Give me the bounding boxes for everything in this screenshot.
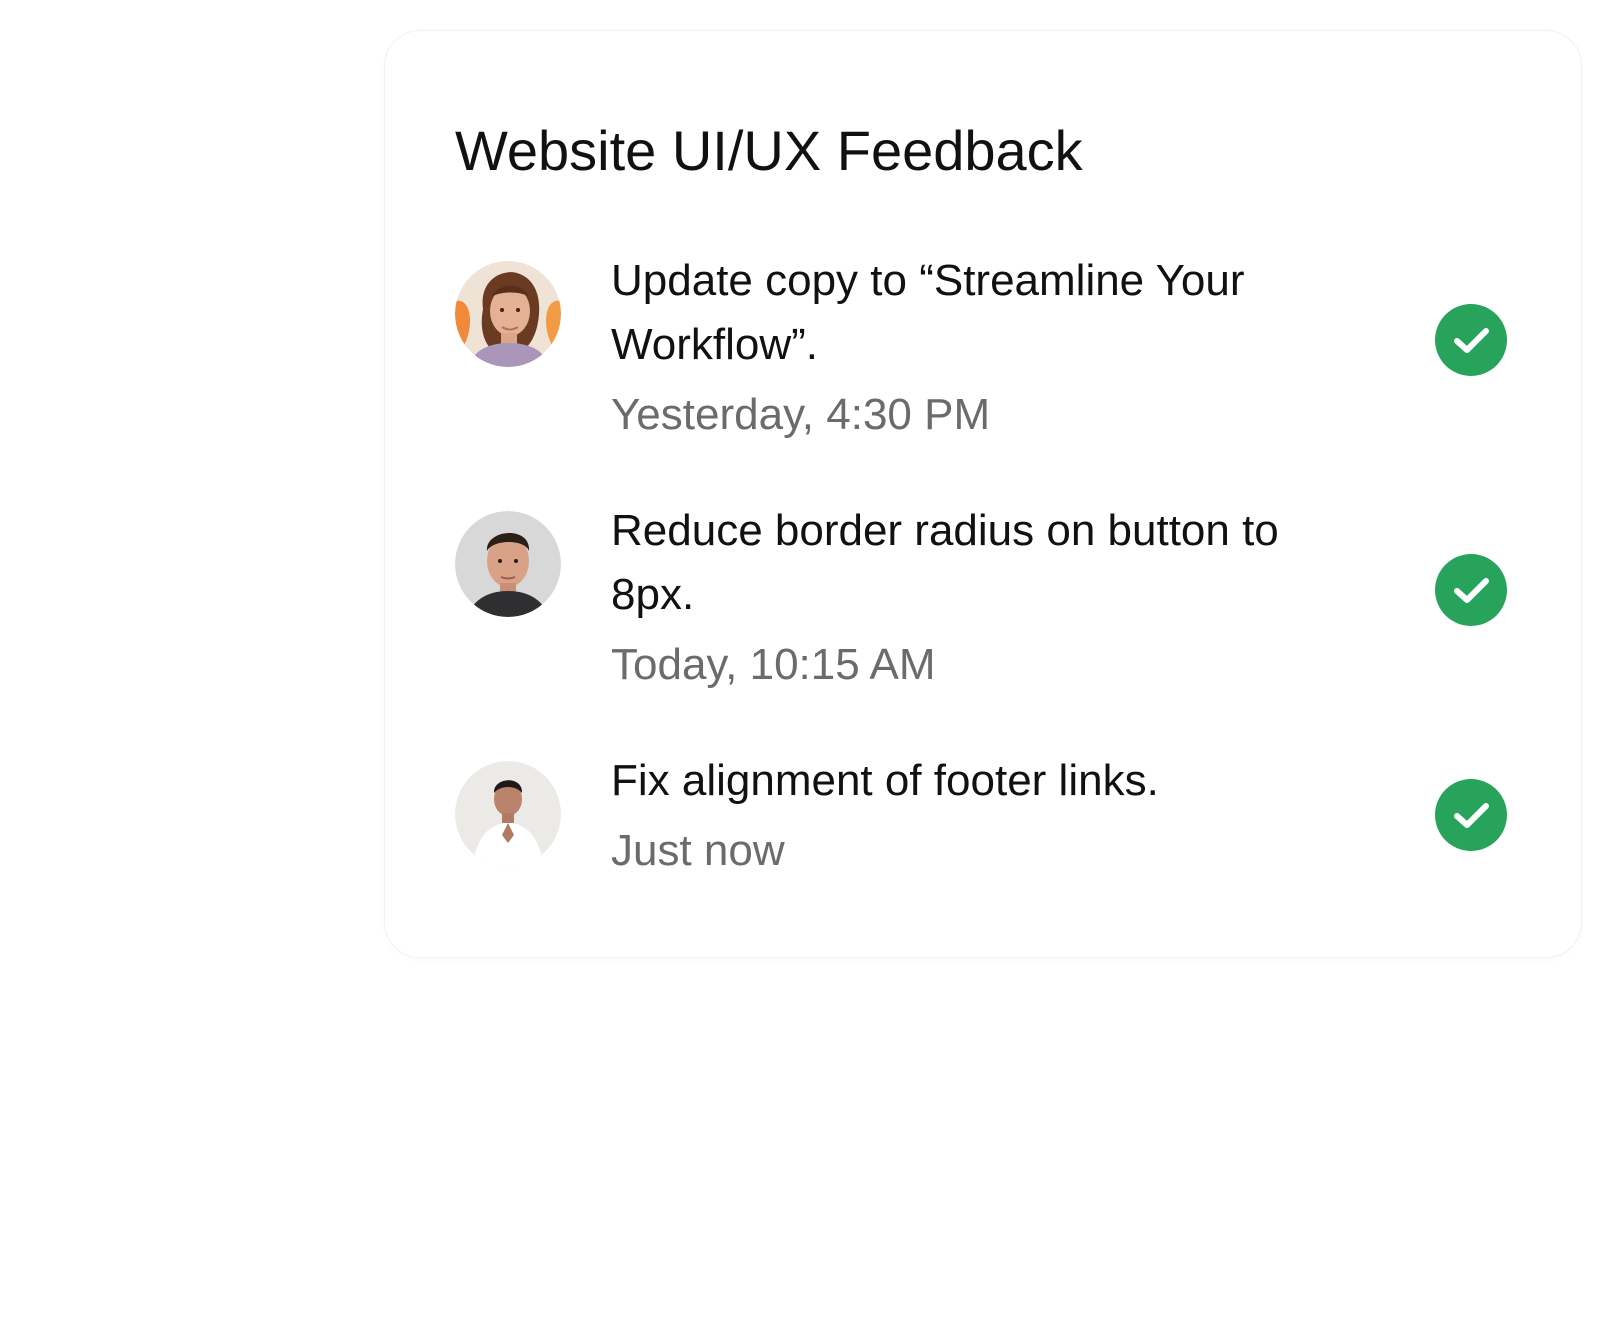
- avatar-man-dark-shirt-icon: [455, 511, 561, 617]
- avatar-woman-curly-hair-icon: [455, 261, 561, 367]
- feedback-item-content: Update copy to “Streamline Your Workflow…: [611, 249, 1391, 443]
- avatar-man-white-shirt-icon: [455, 761, 561, 867]
- feedback-item-content: Fix alignment of footer links. Just now: [611, 749, 1391, 879]
- feedback-item-timestamp: Yesterday, 4:30 PM: [611, 390, 991, 439]
- check-circle-icon[interactable]: [1435, 554, 1507, 626]
- check-circle-icon[interactable]: [1435, 304, 1507, 376]
- feedback-item-timestamp: Just now: [611, 826, 785, 875]
- feedback-card: Website UI/UX Feedback Update copy to “S…: [384, 30, 1582, 958]
- card-title: Website UI/UX Feedback: [455, 119, 1083, 182]
- feedback-item-timestamp: Today, 10:15 AM: [611, 640, 936, 689]
- feedback-item-text: Reduce border radius on button to 8px.: [611, 506, 1279, 619]
- feedback-item-content: Reduce border radius on button to 8px. T…: [611, 499, 1391, 693]
- feedback-item-text: Fix alignment of footer links.: [611, 756, 1159, 805]
- feedback-item-text: Update copy to “Streamline Your Workflow…: [611, 256, 1245, 369]
- check-circle-icon[interactable]: [1435, 779, 1507, 851]
